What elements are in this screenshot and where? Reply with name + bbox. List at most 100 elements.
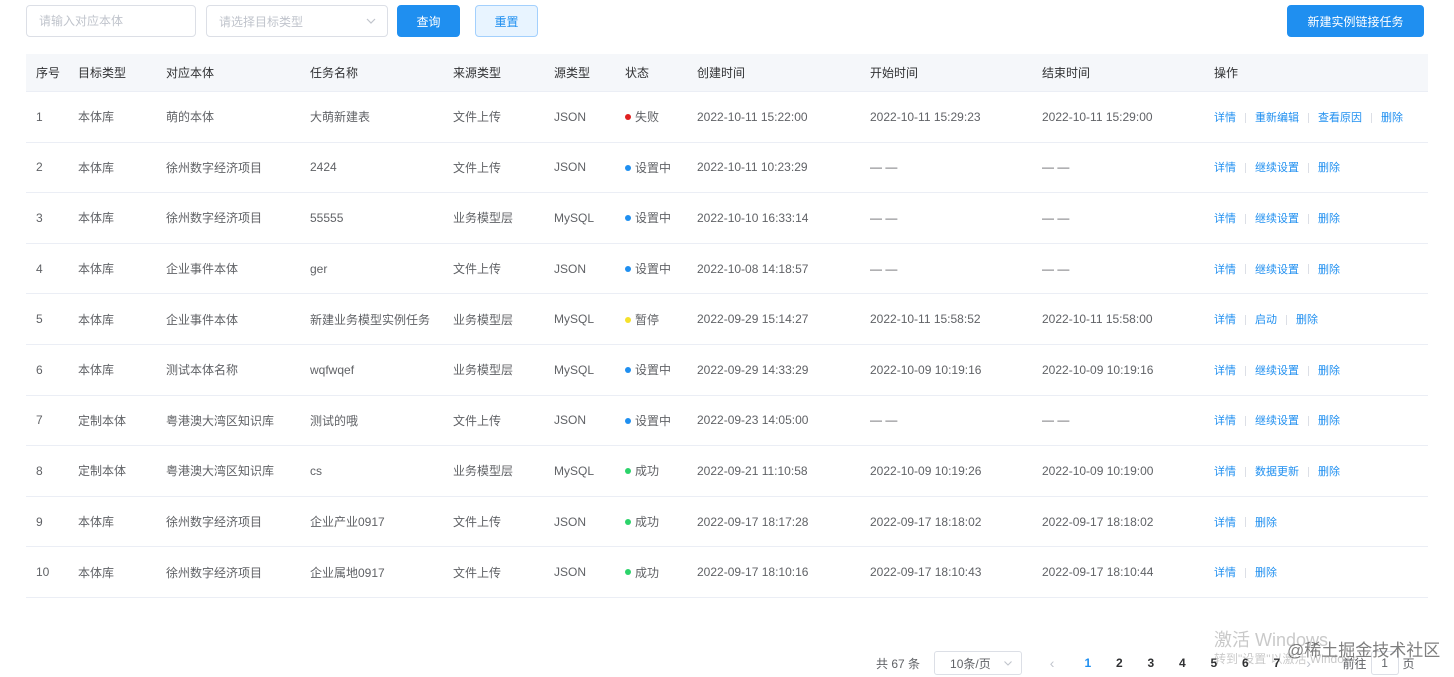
status-dot-icon [625, 367, 631, 374]
entity-cell: 徐州数字经济项目 [166, 160, 263, 175]
query-button[interactable]: 查询 [397, 5, 460, 37]
actions-cell: 详情 继续设置 删除 [1204, 362, 1428, 378]
task-name-cell: wqfwqef [310, 362, 355, 377]
action-divider [1308, 163, 1309, 174]
page-number[interactable]: 6 [1230, 656, 1262, 670]
reset-button[interactable]: 重置 [475, 5, 538, 37]
action-link[interactable]: 删除 [1318, 415, 1340, 427]
status-dot-icon [625, 518, 631, 525]
src-type-cell: MySQL [554, 463, 595, 478]
created-time-cell: 2022-10-11 10:23:29 [697, 160, 808, 175]
row-index: 8 [36, 463, 43, 478]
action-link[interactable]: 详情 [1214, 567, 1236, 579]
action-link[interactable]: 详情 [1214, 314, 1236, 326]
entity-search-input[interactable] [26, 5, 196, 37]
source-type-cell: 文件上传 [453, 262, 502, 277]
action-divider [1245, 112, 1246, 123]
action-link[interactable]: 数据更新 [1255, 466, 1299, 478]
page-number[interactable]: 7 [1261, 656, 1293, 670]
action-link[interactable]: 继续设置 [1255, 264, 1299, 276]
action-link[interactable]: 继续设置 [1255, 415, 1299, 427]
table-header: 序号 目标类型 对应本体 任务名称 来源类型 源类型 状态 创建时间 开始时间 结束时间 操作 [26, 54, 1428, 92]
end-time-cell: 2022-10-09 10:19:16 [1042, 362, 1154, 377]
status-text: 设置中 [635, 211, 672, 226]
start-time-cell: 2022-10-11 15:58:52 [870, 312, 981, 327]
entity-cell: 徐州数字经济项目 [166, 515, 263, 530]
entity-cell: 测试本体名称 [166, 363, 239, 378]
table-row: 7 定制本体 粤港澳大湾区知识库 测试的哦 文件上传 JSON 设置中 2022-09-23 … [26, 396, 1428, 447]
column-header: 来源类型 [453, 66, 502, 80]
action-link[interactable]: 删除 [1381, 112, 1403, 124]
column-header: 创建时间 [697, 66, 746, 80]
created-time-cell: 2022-10-11 15:22:00 [697, 109, 808, 124]
status-text: 成功 [635, 515, 660, 530]
action-link[interactable]: 重新编辑 [1255, 112, 1299, 124]
chevron-down-icon [1004, 661, 1012, 666]
column-header: 源类型 [554, 66, 591, 80]
action-link[interactable]: 详情 [1214, 162, 1236, 174]
end-time-cell: 2022-10-11 15:58:00 [1042, 312, 1153, 327]
entity-cell: 粤港澳大湾区知识库 [166, 413, 275, 428]
action-link[interactable]: 详情 [1214, 112, 1236, 124]
source-type-cell: 业务模型层 [453, 312, 514, 327]
src-type-cell: MySQL [554, 312, 595, 327]
column-header: 目标类型 [78, 66, 127, 80]
goto-page-input[interactable] [1370, 651, 1399, 675]
start-time-cell: 2022-10-11 15:29:23 [870, 109, 981, 124]
action-link[interactable]: 继续设置 [1255, 162, 1299, 174]
target-type-cell: 定制本体 [78, 464, 127, 479]
page-number[interactable]: 5 [1198, 656, 1230, 670]
action-link[interactable]: 详情 [1214, 517, 1236, 529]
target-type-cell: 本体库 [78, 110, 115, 125]
status-cell: 设置中 [615, 412, 687, 429]
source-type-cell: 业务模型层 [453, 211, 514, 226]
chevron-left-icon[interactable]: ‹ [1040, 655, 1064, 671]
page-number[interactable]: 4 [1167, 656, 1199, 670]
create-instance-link-task-button[interactable]: 新建实例链接任务 [1287, 5, 1424, 37]
row-index: 7 [36, 413, 43, 428]
action-link[interactable]: 删除 [1318, 466, 1340, 478]
page-number[interactable]: 2 [1104, 656, 1136, 670]
action-link[interactable]: 详情 [1214, 213, 1236, 225]
start-time-cell: 2022-10-09 10:19:26 [870, 463, 982, 478]
page-size-select[interactable]: 10条/页 [934, 651, 1023, 675]
source-type-cell: 业务模型层 [453, 363, 514, 378]
task-name-cell: ger [310, 261, 328, 276]
page-list: 1234567 [1072, 656, 1293, 670]
created-time-cell: 2022-09-23 14:05:00 [697, 413, 809, 428]
end-time-cell: — — [1042, 413, 1070, 428]
action-link[interactable]: 启动 [1255, 314, 1277, 326]
status-cell: 暂停 [615, 311, 687, 328]
status-dot-icon [625, 468, 631, 475]
action-link[interactable]: 查看原因 [1318, 112, 1362, 124]
action-link[interactable]: 删除 [1296, 314, 1318, 326]
actions-cell: 详情 继续设置 删除 [1204, 412, 1428, 428]
action-link[interactable]: 详情 [1214, 264, 1236, 276]
action-link[interactable]: 继续设置 [1255, 213, 1299, 225]
pagination: 共 67 条 10条/页 ‹ 1234567 › 前往 页 [876, 651, 1415, 675]
action-link[interactable]: 详情 [1214, 415, 1236, 427]
row-index: 5 [36, 312, 43, 327]
target-type-select[interactable]: 请选择目标类型 [206, 5, 388, 37]
action-divider [1245, 264, 1246, 275]
row-index: 1 [36, 109, 43, 124]
row-index: 10 [36, 565, 50, 580]
status-dot-icon [625, 164, 631, 171]
action-link[interactable]: 继续设置 [1255, 365, 1299, 377]
action-link[interactable]: 删除 [1318, 162, 1340, 174]
status-dot-icon [625, 417, 631, 424]
page-number[interactable]: 1 [1072, 656, 1104, 670]
action-link[interactable]: 删除 [1255, 517, 1277, 529]
action-link[interactable]: 详情 [1214, 466, 1236, 478]
chevron-right-icon[interactable]: › [1297, 655, 1321, 671]
action-link[interactable]: 详情 [1214, 365, 1236, 377]
action-link[interactable]: 删除 [1255, 567, 1277, 579]
entity-cell: 企业事件本体 [166, 262, 239, 277]
action-link[interactable]: 删除 [1318, 264, 1340, 276]
status-dot-icon [625, 265, 631, 272]
action-link[interactable]: 删除 [1318, 213, 1340, 225]
page-number[interactable]: 3 [1135, 656, 1167, 670]
action-divider [1245, 163, 1246, 174]
end-time-cell: — — [1042, 160, 1070, 175]
action-link[interactable]: 删除 [1318, 365, 1340, 377]
